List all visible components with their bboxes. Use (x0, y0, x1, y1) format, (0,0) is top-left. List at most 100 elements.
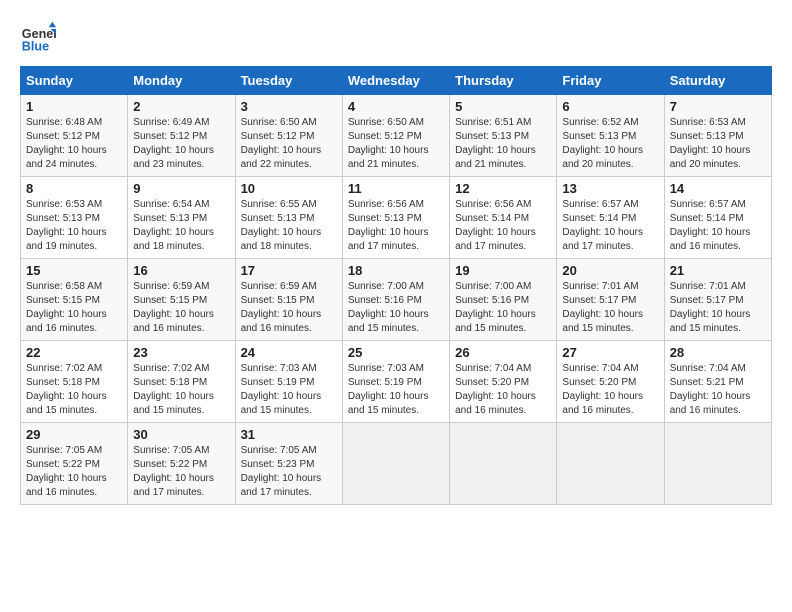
day-info: Sunrise: 6:53 AM Sunset: 5:13 PM Dayligh… (670, 116, 766, 172)
day-info: Sunrise: 6:49 AM Sunset: 5:12 PM Dayligh… (133, 116, 229, 172)
day-info: Sunrise: 7:03 AM Sunset: 5:19 PM Dayligh… (241, 362, 337, 418)
day-info: Sunrise: 7:04 AM Sunset: 5:21 PM Dayligh… (670, 362, 766, 418)
day-info: Sunrise: 6:59 AM Sunset: 5:15 PM Dayligh… (133, 280, 229, 336)
week-row-5: 29 Sunrise: 7:05 AM Sunset: 5:22 PM Dayli… (21, 423, 772, 505)
day-cell: 3 Sunrise: 6:50 AM Sunset: 5:12 PM Daylig… (235, 95, 342, 177)
day-info: Sunrise: 6:59 AM Sunset: 5:15 PM Dayligh… (241, 280, 337, 336)
col-header-friday: Friday (557, 67, 664, 95)
day-info: Sunrise: 7:00 AM Sunset: 5:16 PM Dayligh… (348, 280, 444, 336)
logo: General Blue (20, 20, 56, 56)
day-info: Sunrise: 7:04 AM Sunset: 5:20 PM Dayligh… (562, 362, 658, 418)
day-cell: 5 Sunrise: 6:51 AM Sunset: 5:13 PM Daylig… (450, 95, 557, 177)
day-info: Sunrise: 6:52 AM Sunset: 5:13 PM Dayligh… (562, 116, 658, 172)
day-number: 20 (562, 263, 658, 278)
day-info: Sunrise: 6:51 AM Sunset: 5:13 PM Dayligh… (455, 116, 551, 172)
day-cell: 27 Sunrise: 7:04 AM Sunset: 5:20 PM Dayli… (557, 341, 664, 423)
day-number: 14 (670, 181, 766, 196)
day-number: 23 (133, 345, 229, 360)
day-cell: 22Sunrise: 7:02 AM Sunset: 5:18 PM Dayli… (21, 341, 128, 423)
day-number: 25 (348, 345, 444, 360)
day-cell: 1 Sunrise: 6:48 AM Sunset: 5:12 PM Daylig… (21, 95, 128, 177)
day-number: 6 (562, 99, 658, 114)
day-cell: 4Sunrise: 6:50 AM Sunset: 5:12 PM Daylig… (342, 95, 449, 177)
day-info: Sunrise: 6:57 AM Sunset: 5:14 PM Dayligh… (562, 198, 658, 254)
day-number: 3 (241, 99, 337, 114)
day-cell (450, 423, 557, 505)
day-info: Sunrise: 6:58 AM Sunset: 5:15 PM Dayligh… (26, 280, 122, 336)
day-info: Sunrise: 6:50 AM Sunset: 5:12 PM Dayligh… (241, 116, 337, 172)
week-row-4: 22Sunrise: 7:02 AM Sunset: 5:18 PM Dayli… (21, 341, 772, 423)
day-info: Sunrise: 6:55 AM Sunset: 5:13 PM Dayligh… (241, 198, 337, 254)
day-info: Sunrise: 7:05 AM Sunset: 5:22 PM Dayligh… (133, 444, 229, 500)
day-number: 10 (241, 181, 337, 196)
col-header-wednesday: Wednesday (342, 67, 449, 95)
day-number: 27 (562, 345, 658, 360)
day-info: Sunrise: 7:05 AM Sunset: 5:23 PM Dayligh… (241, 444, 337, 500)
day-cell: 23Sunrise: 7:02 AM Sunset: 5:18 PM Dayli… (128, 341, 235, 423)
day-info: Sunrise: 7:02 AM Sunset: 5:18 PM Dayligh… (26, 362, 122, 418)
svg-text:Blue: Blue (22, 40, 49, 54)
day-number: 24 (241, 345, 337, 360)
col-header-monday: Monday (128, 67, 235, 95)
day-info: Sunrise: 6:48 AM Sunset: 5:12 PM Dayligh… (26, 116, 122, 172)
day-number: 29 (26, 427, 122, 442)
day-cell: 31 Sunrise: 7:05 AM Sunset: 5:23 PM Dayli… (235, 423, 342, 505)
day-cell: 20 Sunrise: 7:01 AM Sunset: 5:17 PM Dayli… (557, 259, 664, 341)
day-cell: 17 Sunrise: 6:59 AM Sunset: 5:15 PM Dayli… (235, 259, 342, 341)
day-info: Sunrise: 6:54 AM Sunset: 5:13 PM Dayligh… (133, 198, 229, 254)
day-cell: 9 Sunrise: 6:54 AM Sunset: 5:13 PM Daylig… (128, 177, 235, 259)
day-cell: 10 Sunrise: 6:55 AM Sunset: 5:13 PM Dayli… (235, 177, 342, 259)
day-cell: 14 Sunrise: 6:57 AM Sunset: 5:14 PM Dayli… (664, 177, 771, 259)
day-info: Sunrise: 6:56 AM Sunset: 5:13 PM Dayligh… (348, 198, 444, 254)
day-number: 17 (241, 263, 337, 278)
day-number: 26 (455, 345, 551, 360)
day-cell: 11Sunrise: 6:56 AM Sunset: 5:13 PM Dayli… (342, 177, 449, 259)
day-number: 12 (455, 181, 551, 196)
day-number: 2 (133, 99, 229, 114)
logo-icon: General Blue (20, 20, 56, 56)
day-number: 31 (241, 427, 337, 442)
day-cell: 18 Sunrise: 7:00 AM Sunset: 5:16 PM Dayli… (342, 259, 449, 341)
day-number: 19 (455, 263, 551, 278)
day-cell: 29 Sunrise: 7:05 AM Sunset: 5:22 PM Dayli… (21, 423, 128, 505)
day-number: 7 (670, 99, 766, 114)
day-number: 1 (26, 99, 122, 114)
col-header-thursday: Thursday (450, 67, 557, 95)
page-header: General Blue (20, 20, 772, 56)
day-info: Sunrise: 7:04 AM Sunset: 5:20 PM Dayligh… (455, 362, 551, 418)
header-row: SundayMondayTuesdayWednesdayThursdayFrid… (21, 67, 772, 95)
day-number: 5 (455, 99, 551, 114)
day-info: Sunrise: 7:00 AM Sunset: 5:16 PM Dayligh… (455, 280, 551, 336)
day-number: 13 (562, 181, 658, 196)
day-cell: 15 Sunrise: 6:58 AM Sunset: 5:15 PM Dayli… (21, 259, 128, 341)
day-cell: 7 Sunrise: 6:53 AM Sunset: 5:13 PM Daylig… (664, 95, 771, 177)
day-info: Sunrise: 6:56 AM Sunset: 5:14 PM Dayligh… (455, 198, 551, 254)
day-cell: 13 Sunrise: 6:57 AM Sunset: 5:14 PM Dayli… (557, 177, 664, 259)
day-info: Sunrise: 7:03 AM Sunset: 5:19 PM Dayligh… (348, 362, 444, 418)
day-cell: 25 Sunrise: 7:03 AM Sunset: 5:19 PM Dayli… (342, 341, 449, 423)
day-cell: 30 Sunrise: 7:05 AM Sunset: 5:22 PM Dayli… (128, 423, 235, 505)
day-cell: 26 Sunrise: 7:04 AM Sunset: 5:20 PM Dayli… (450, 341, 557, 423)
day-info: Sunrise: 6:57 AM Sunset: 5:14 PM Dayligh… (670, 198, 766, 254)
day-info: Sunrise: 6:53 AM Sunset: 5:13 PM Dayligh… (26, 198, 122, 254)
day-number: 8 (26, 181, 122, 196)
day-number: 15 (26, 263, 122, 278)
day-cell (342, 423, 449, 505)
day-number: 30 (133, 427, 229, 442)
day-number: 18 (348, 263, 444, 278)
day-info: Sunrise: 7:01 AM Sunset: 5:17 PM Dayligh… (670, 280, 766, 336)
week-row-1: 1 Sunrise: 6:48 AM Sunset: 5:12 PM Daylig… (21, 95, 772, 177)
day-info: Sunrise: 7:01 AM Sunset: 5:17 PM Dayligh… (562, 280, 658, 336)
day-number: 4 (348, 99, 444, 114)
day-number: 9 (133, 181, 229, 196)
day-cell: 19 Sunrise: 7:00 AM Sunset: 5:16 PM Dayli… (450, 259, 557, 341)
day-cell: 21 Sunrise: 7:01 AM Sunset: 5:17 PM Dayli… (664, 259, 771, 341)
col-header-saturday: Saturday (664, 67, 771, 95)
day-info: Sunrise: 7:05 AM Sunset: 5:22 PM Dayligh… (26, 444, 122, 500)
day-cell: 12 Sunrise: 6:56 AM Sunset: 5:14 PM Dayli… (450, 177, 557, 259)
day-number: 21 (670, 263, 766, 278)
week-row-2: 8 Sunrise: 6:53 AM Sunset: 5:13 PM Daylig… (21, 177, 772, 259)
day-cell: 6 Sunrise: 6:52 AM Sunset: 5:13 PM Daylig… (557, 95, 664, 177)
week-row-3: 15 Sunrise: 6:58 AM Sunset: 5:15 PM Dayli… (21, 259, 772, 341)
day-cell: 16Sunrise: 6:59 AM Sunset: 5:15 PM Dayli… (128, 259, 235, 341)
